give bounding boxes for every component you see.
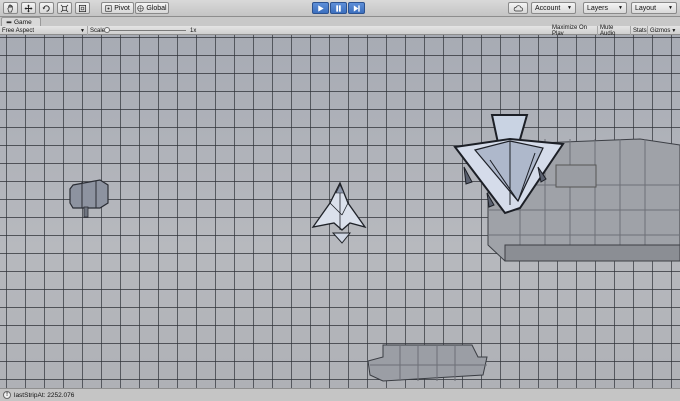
aspect-dropdown[interactable]: Free Aspect ▼ [0,26,88,35]
game-view-controls: Free Aspect ▼ Scale 1x Maximize On Play … [0,25,680,37]
cloud-button[interactable] [508,2,528,14]
layout-label: Layout [635,4,657,12]
stats-label: Stats [633,27,647,34]
pause-button[interactable] [330,2,347,14]
hand-tool-button[interactable] [3,2,18,14]
step-icon [353,4,360,12]
play-icon [318,4,324,12]
move-icon [24,3,33,13]
pivot-label: Pivot [114,4,130,12]
game-viewport[interactable] [0,35,680,388]
caret-down-icon: ▼ [671,27,677,34]
pause-icon [336,4,341,12]
rotate-tool-button[interactable] [39,2,54,14]
caret-down-icon: ▼ [80,27,85,34]
account-label: Account [535,4,561,12]
pivot-icon [105,4,112,12]
rect-icon [78,4,87,12]
pivot-toggle-button[interactable]: Pivot [101,2,134,14]
main-toolbar: Pivot Global Account ▼ Layers ▼ Layout ▼ [0,0,680,17]
gizmos-label: Gizmos [650,27,671,34]
scale-icon [60,4,69,12]
maximize-on-play-toggle[interactable]: Maximize On Play [550,25,598,37]
step-button[interactable] [348,2,365,14]
cloud-icon [513,4,523,11]
stats-toggle[interactable]: Stats [631,26,648,35]
global-label: Global [146,4,167,12]
globe-icon [137,4,144,12]
global-toggle-button[interactable]: Global [135,2,169,14]
hand-icon [7,4,13,12]
scale-slider-handle[interactable] [104,27,110,33]
account-dropdown[interactable]: Account ▼ [531,2,576,14]
layout-dropdown[interactable]: Layout ▼ [631,2,677,14]
scale-label: Scale [90,27,106,34]
rotate-icon [42,4,50,12]
play-button[interactable] [312,2,329,14]
gizmos-dropdown[interactable]: Gizmos ▼ [648,26,680,35]
scale-value: 1x [190,27,197,34]
move-tool-button[interactable] [21,2,36,14]
caret-down-icon: ▼ [567,5,572,11]
layers-dropdown[interactable]: Layers ▼ [583,2,627,14]
aspect-label: Free Aspect [2,27,35,34]
info-icon: ! [3,391,11,399]
rect-tool-button[interactable] [75,2,90,14]
caret-down-icon: ▼ [668,5,673,11]
layers-label: Layers [587,4,609,12]
mute-audio-toggle[interactable]: Mute Audio [598,25,631,37]
game-controller-icon [6,21,12,24]
caret-down-icon: ▼ [618,5,623,11]
scale-slider-track[interactable] [108,30,186,31]
scale-tool-button[interactable] [57,2,72,14]
tab-game[interactable]: Game [1,17,41,26]
tab-game-label: Game [14,18,32,26]
game-scene [0,35,680,388]
status-text: lastStripAt: 2252.076 [14,391,75,399]
bottom-structure [367,344,488,382]
status-bar: ! lastStripAt: 2252.076 [0,388,680,401]
